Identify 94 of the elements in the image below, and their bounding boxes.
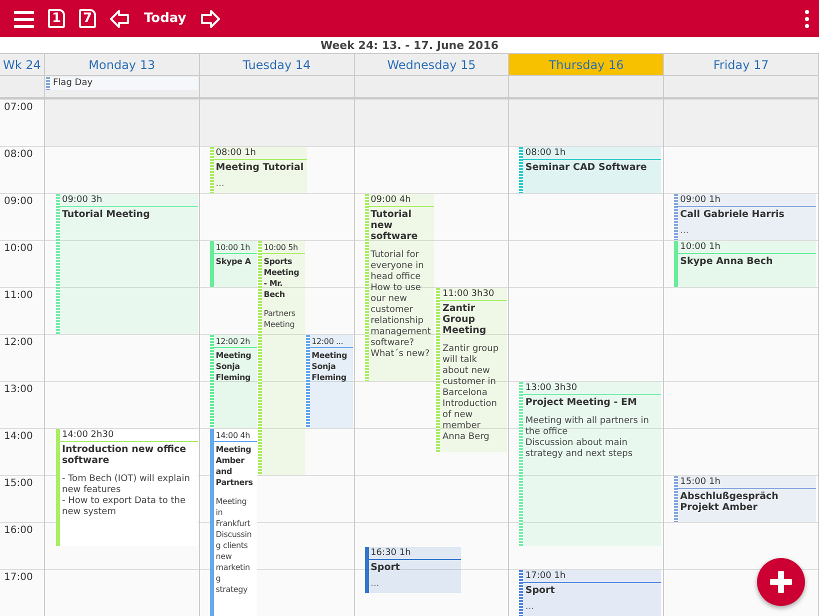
event-time: 09:00 1h — [678, 194, 816, 207]
event-title: Skype A — [214, 256, 252, 267]
event-time: 16:30 1h — [368, 546, 462, 560]
calendar-event[interactable]: 14:00 2h30 Introduction new office software - Tom Bech (IOT) will explain new features - How to export Data to the new system — [56, 429, 198, 546]
event-description: Discussion about main strategy and next steps — [525, 438, 634, 460]
calendar-event[interactable]: 16:30 1h Sport ... — [364, 546, 462, 592]
event-time: 10:00 5h — [262, 241, 305, 254]
event-title: Sport — [370, 560, 401, 572]
event-title: Skype Anna Bech — [679, 255, 774, 267]
week-title: Week 24: 13. - 17. June 2016 — [0, 37, 819, 54]
event-description: - Tom Bech (IOT) will explain new features — [62, 474, 191, 496]
hour-label: 16:00 — [0, 522, 44, 569]
event-title: Introduction new office software — [60, 443, 188, 466]
day-header[interactable]: Monday 13 — [45, 54, 200, 76]
calendar-event[interactable]: 15:00 1h Abschlußgespräch Projekt Amber — [674, 476, 816, 522]
day-header[interactable]: Friday 17 — [664, 54, 819, 76]
event-title: Meeting Amber and Partners — [214, 444, 254, 488]
more-indicator: ... — [214, 178, 226, 189]
event-time: 09:00 4h — [368, 194, 434, 207]
hour-label: 11:00 — [0, 287, 44, 334]
calendar-event[interactable]: 10:00 1h Skype Anna Bech — [674, 241, 816, 287]
event-title: Sports Meeting - Mr. Bech — [262, 256, 300, 300]
calendar-event[interactable]: 12:00 ... Meeting Sonja Fleming — [306, 335, 353, 428]
event-title: Abschlußgespräch Projekt Amber — [679, 490, 780, 513]
hour-label: 07:00 — [0, 99, 44, 146]
event-description: - How to export Data to the new system — [62, 496, 187, 518]
calendar-event[interactable]: 14:00 4h Meeting Amber and Partners Meeting in Frankfurt Discussing clients new marketing strategy — [210, 429, 257, 616]
hour-label: 15:00 — [0, 475, 44, 522]
event-description: Tutorial for everyone in head office — [370, 250, 425, 283]
event-title: Sport — [524, 584, 556, 596]
event-title: Zantir Group Meeting — [441, 302, 488, 336]
today-button[interactable]: Today — [144, 11, 186, 26]
more-indicator: ... — [370, 578, 380, 588]
event-time: 12:00 2h — [214, 335, 257, 348]
more-indicator: ... — [524, 601, 535, 612]
event-title: Seminar CAD Software — [524, 161, 648, 173]
event-time: 08:00 1h — [523, 147, 662, 160]
event-time: 14:00 2h30 — [60, 429, 198, 442]
calendar-event[interactable]: 08:00 1h Meeting Tutorial ... — [210, 147, 307, 193]
calendar-event[interactable]: 11:00 3h30 Zantir Group Meeting Zantir group will talk about new customer in Barcelona Introduction of new member Anna Berg — [436, 288, 508, 452]
event-description: Partners Meeting — [264, 308, 296, 330]
event-title: Flag Day — [53, 77, 93, 90]
event-title: Project Meeting - EM — [524, 396, 638, 408]
calendar-event[interactable]: 12:00 2h Meeting Sonja Fleming — [210, 335, 257, 428]
calendar-event[interactable]: 17:00 1h Sport ... — [519, 570, 662, 616]
plus-icon — [770, 571, 792, 593]
event-time: 14:00 4h — [214, 429, 257, 442]
menu-icon[interactable] — [14, 10, 34, 28]
event-title: Tutorial Meeting — [60, 208, 151, 220]
event-description: Meeting in Frankfurt — [216, 496, 252, 529]
event-description: Zantir group will talk about new customer in Barcelona — [442, 344, 500, 399]
calendar-event[interactable]: 08:00 1h Seminar CAD Software — [519, 147, 662, 193]
calendar-event[interactable]: 09:00 4h Tutorial new software Tutorial for everyone in head office How to use our new customer relationship management software? What´s new? — [364, 194, 434, 381]
hour-label: 10:00 — [0, 240, 44, 287]
more-indicator: ... — [679, 225, 690, 236]
add-event-button[interactable] — [757, 558, 805, 606]
event-title: Call Gabriele Harris — [679, 208, 786, 220]
event-title: Meeting Tutorial — [214, 161, 305, 173]
event-title: Meeting Sonja Fleming — [214, 350, 252, 383]
event-time: 13:00 3h30 — [523, 382, 662, 395]
event-time: 12:00 ... — [310, 335, 353, 348]
day-header[interactable]: Tuesday 14 — [200, 54, 355, 76]
hour-label: 08:00 — [0, 146, 44, 193]
event-description: Introduction of new member Anna Berg — [442, 399, 498, 443]
hour-label: 12:00 — [0, 334, 44, 381]
event-time: 11:00 3h30 — [440, 288, 508, 301]
hour-label: 17:00 — [0, 569, 44, 616]
week-view-button[interactable]: 7 — [79, 9, 96, 28]
event-description: How to use our new customer relationship management software? What´s new? — [370, 283, 432, 360]
hour-label: 09:00 — [0, 193, 44, 240]
event-time: 17:00 1h — [523, 570, 662, 583]
hour-label: 14:00 — [0, 428, 44, 475]
previous-arrow-icon[interactable] — [110, 10, 130, 28]
day-view-button[interactable]: 1 — [48, 9, 65, 28]
next-arrow-icon[interactable] — [200, 10, 220, 28]
event-time: 08:00 1h — [214, 147, 307, 160]
calendar-event[interactable]: 09:00 1h Call Gabriele Harris ... — [674, 194, 816, 240]
hour-label: 13:00 — [0, 381, 44, 428]
calendar-event[interactable]: 09:00 3h Tutorial Meeting — [56, 194, 198, 334]
event-title: Tutorial new software — [370, 208, 419, 242]
event-title: Meeting Sonja Fleming — [310, 350, 348, 383]
all-day-event[interactable]: Flag Day — [46, 77, 198, 90]
week-number: Wk 24 — [0, 54, 45, 76]
calendar-event[interactable]: 10:00 1h Skype A — [210, 241, 257, 287]
calendar-event[interactable]: 13:00 3h30 Project Meeting - EM Meeting with all partners in the office Discussion about main strategy and next steps — [519, 382, 662, 546]
event-description: Discussing clients new marketing strategy — [216, 529, 253, 595]
more-options-icon[interactable] — [805, 10, 809, 28]
event-time: 15:00 1h — [678, 476, 816, 489]
event-description: Meeting with all partners in the office — [525, 416, 650, 438]
event-time: 10:00 1h — [678, 241, 816, 254]
day-header[interactable]: Wednesday 15 — [354, 54, 510, 76]
calendar-event[interactable]: 10:00 5h Sports Meeting - Mr. Bech Partners Meeting — [258, 241, 305, 475]
event-time: 10:00 1h — [214, 241, 257, 254]
event-time: 09:00 3h — [60, 194, 198, 207]
